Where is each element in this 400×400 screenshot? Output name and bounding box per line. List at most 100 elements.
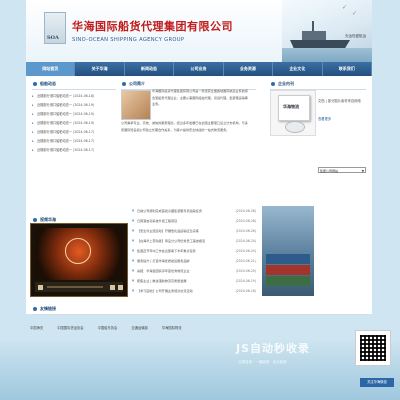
ship-mast	[312, 21, 314, 31]
friends-section-title: 友情链接	[32, 305, 366, 315]
company-logo[interactable]: SOA	[44, 12, 66, 44]
section-bullet-icon	[33, 218, 37, 222]
company-name-en: SINO-OCEAN SHIPPING AGENCY GROUP	[72, 37, 185, 43]
about-text-continued: 公司秉承专业、高效、诚信的服务理念，经过多年发展已在全国主要港口设立分支机构，与…	[121, 121, 248, 132]
wechat-qr-code	[355, 330, 391, 366]
update-date: (2024-06-19)	[235, 279, 256, 283]
ship-bridge	[302, 31, 326, 40]
main-nav: 网站首页 关于华海 新闻动态 公司业务 业务资源 企业文化 联系我们	[26, 62, 372, 76]
update-item[interactable]: 喜报：华海集团获评年度优秀物流企业 (2024-06-20)	[132, 266, 256, 276]
update-item[interactable]: 【安全月主题活动】开展危化品运输应急演练 (2024-06-26)	[132, 226, 256, 236]
container-block	[266, 265, 310, 275]
update-text: 聚焦主业 | 推进港航物流高质量发展	[137, 279, 187, 283]
nav-news[interactable]: 新闻动态	[125, 62, 175, 76]
news-item[interactable]: 近期部分港口船舶动态一 (2024-06-17)	[32, 128, 116, 137]
update-item[interactable]: 服务提升 | 打造华海优质航运服务品牌 (2024-06-21)	[132, 256, 256, 266]
news-item[interactable]: 近期部分港口船舶动态一 (2024-06-17)	[32, 146, 116, 155]
ship-caption: 天运旺盛航运	[345, 34, 366, 38]
news-item[interactable]: 近期部分港口船舶动态一 (2024-06-19)	[32, 101, 116, 110]
section-bullet-icon	[122, 82, 126, 86]
about-text: 华海国际船货代理集团有限公司是一家经营全国各地国际航运业务的综合型船务代理企业，…	[152, 89, 248, 106]
update-date: (2024-06-18)	[235, 289, 256, 293]
news-item[interactable]: 近期部分港口船舶动态一 (2024-06-19)	[32, 110, 116, 119]
updates-list: 日前公司顺利完成首批冷藏集装箱专项运输任务 (2024-06-28) 日照港启动系…	[132, 206, 256, 296]
update-text: 日前公司顺利完成首批冷藏集装箱专项运输任务	[137, 209, 202, 213]
site-select[interactable]: 集团公司网站 ▼	[318, 167, 366, 173]
update-text: 【学习园地】公司开展业务培训交流活动	[137, 289, 193, 293]
ship-hull	[290, 40, 350, 48]
container-photo	[262, 206, 314, 296]
section-bullet-icon	[33, 307, 37, 311]
friend-link[interactable]: 交通运输部	[131, 325, 147, 330]
follow-wechat-button[interactable]: 关注华海微信	[360, 378, 394, 387]
friend-link[interactable]: 华海国际物流	[162, 325, 182, 330]
update-text: 喜报：华海集团获评年度优秀物流企业	[137, 269, 190, 273]
journal-card: 华海物流	[278, 95, 310, 121]
journal-more-link[interactable]: 查看更多	[318, 116, 331, 121]
nav-about[interactable]: 关于华海	[75, 62, 125, 76]
company-name-cn: 华海国际船货代理集团有限公司	[72, 20, 233, 33]
update-item[interactable]: 聚焦主业 | 推进港航物流高质量发展 (2024-06-19)	[132, 276, 256, 286]
section-bullet-icon	[271, 82, 275, 86]
nav-contact[interactable]: 联系我们	[323, 62, 372, 76]
update-text: 日照港启动系统升级工程项目	[137, 219, 178, 223]
video-controls	[35, 282, 123, 292]
update-text: 服务提升 | 打造华海优质航运服务品牌	[137, 259, 190, 263]
play-icon[interactable]	[38, 284, 43, 290]
update-item[interactable]: 【学习园地】公司开展业务培训交流活动 (2024-06-18)	[132, 286, 256, 296]
sea-band	[282, 48, 372, 62]
section-bullet-icon	[33, 82, 37, 86]
update-date: (2024-06-28)	[235, 209, 256, 213]
fullscreen-icon[interactable]	[118, 284, 123, 290]
bird-icon: ✓	[352, 10, 358, 17]
journal-card-text: 华海物流	[283, 104, 299, 109]
journal-description: 文档 | 部分图片素材来自网络	[318, 99, 361, 103]
news-section-title: 船舶动态	[32, 80, 116, 90]
update-item[interactable]: 日前公司顺利完成首批冷藏集装箱专项运输任务 (2024-06-28)	[132, 206, 256, 216]
nav-business[interactable]: 公司业务	[174, 62, 224, 76]
update-item[interactable]: 日照港启动系统升级工程项目 (2024-06-28)	[132, 216, 256, 226]
qr-pattern	[360, 335, 386, 361]
friend-link[interactable]: 中国海关	[30, 325, 43, 330]
footer	[0, 340, 400, 400]
bird-icon: ✓	[342, 4, 348, 11]
sidebar-title[interactable]: 企业内刊	[278, 81, 294, 87]
update-date: (2024-06-28)	[235, 219, 256, 223]
journal-cover-image[interactable]: 华海物流	[270, 90, 316, 136]
news-item[interactable]: 近期部分港口船舶动态一 (2024-06-18)	[32, 92, 116, 101]
header-ship-image: ✓ ✓ 天运旺盛航运	[282, 0, 372, 62]
nav-culture[interactable]: 企业文化	[273, 62, 323, 76]
container-block	[266, 254, 310, 264]
update-date: (2024-06-26)	[235, 229, 256, 233]
friend-link[interactable]: 中国船东协会	[98, 325, 118, 330]
update-text: 集团召开年中工作会议部署下半年重点任务	[137, 249, 196, 253]
update-date: (2024-06-21)	[235, 259, 256, 263]
friend-link[interactable]: 中国国际货运协会	[57, 325, 83, 330]
video-player[interactable]	[30, 223, 128, 297]
site-select-value: 集团公司网站	[320, 169, 339, 173]
update-text: 【安全月主题活动】开展危化品运输应急演练	[137, 229, 199, 233]
page: SOA 华海国际船货代理集团有限公司 SINO-OCEAN SHIPPING A…	[0, 0, 400, 400]
news-item[interactable]: 近期部分港口船舶动态一 (2024-06-17)	[32, 137, 116, 146]
update-text: 【在海华上劳动者】青岛分公司优秀员工事迹报道	[137, 239, 206, 243]
volume-icon[interactable]	[110, 284, 115, 290]
video-progress-bar[interactable]	[47, 286, 103, 288]
watermark-text: JS自动秒收录	[236, 342, 311, 355]
update-item[interactable]: 【在海华上劳动者】青岛分公司优秀员工事迹报道 (2024-06-24)	[132, 236, 256, 246]
news-item[interactable]: 近期部分港口船舶动态一 (2024-06-19)	[32, 119, 116, 128]
nav-resources[interactable]: 业务资源	[224, 62, 274, 76]
container-block	[266, 276, 310, 286]
update-item[interactable]: 集团召开年中工作会议部署下半年重点任务 (2024-06-24)	[132, 246, 256, 256]
cup-image	[285, 121, 305, 133]
update-date: (2024-06-20)	[235, 269, 256, 273]
logo-text: SOA	[47, 35, 59, 41]
news-title[interactable]: 船舶动态	[40, 81, 56, 87]
friends-title: 友情链接	[40, 306, 56, 311]
video-frame	[35, 228, 123, 280]
nav-home[interactable]: 网站首页	[26, 62, 76, 76]
friend-links: 中国海关 中国国际货运协会 中国船东协会 交通运输部 华海国际物流	[30, 325, 182, 330]
about-title[interactable]: 公司简介	[129, 81, 145, 87]
video-ring-graphic	[65, 238, 91, 264]
chevron-down-icon: ▼	[361, 169, 364, 173]
sidebar-section-title: 企业内刊	[270, 80, 366, 90]
